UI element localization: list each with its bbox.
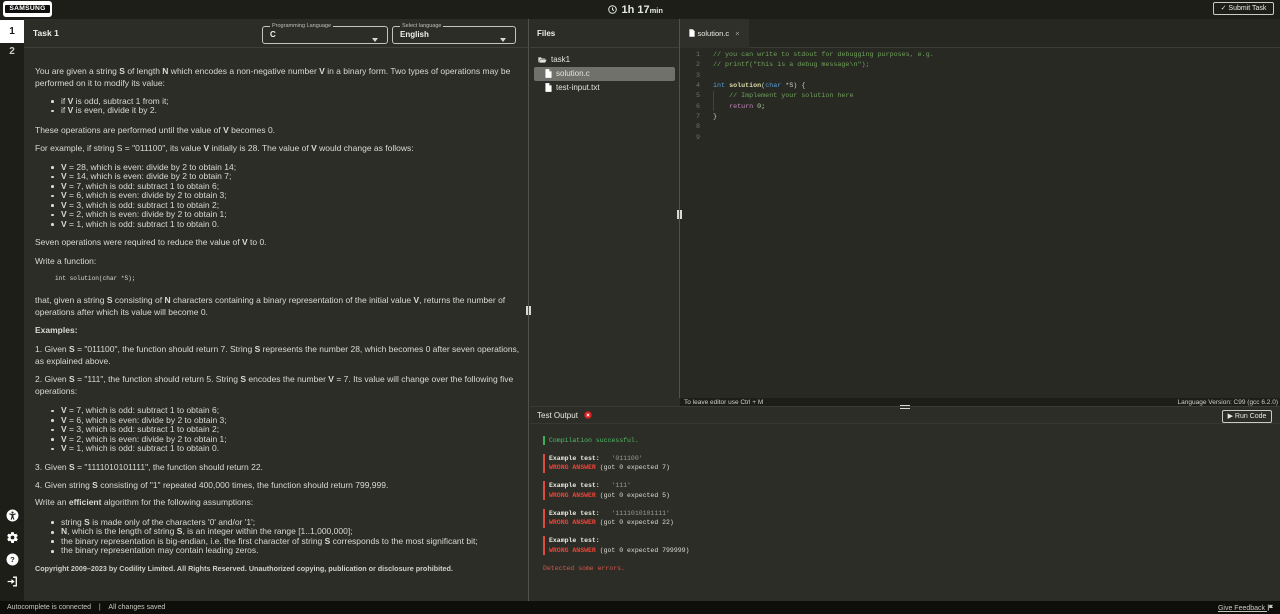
- svg-text:?: ?: [10, 555, 15, 564]
